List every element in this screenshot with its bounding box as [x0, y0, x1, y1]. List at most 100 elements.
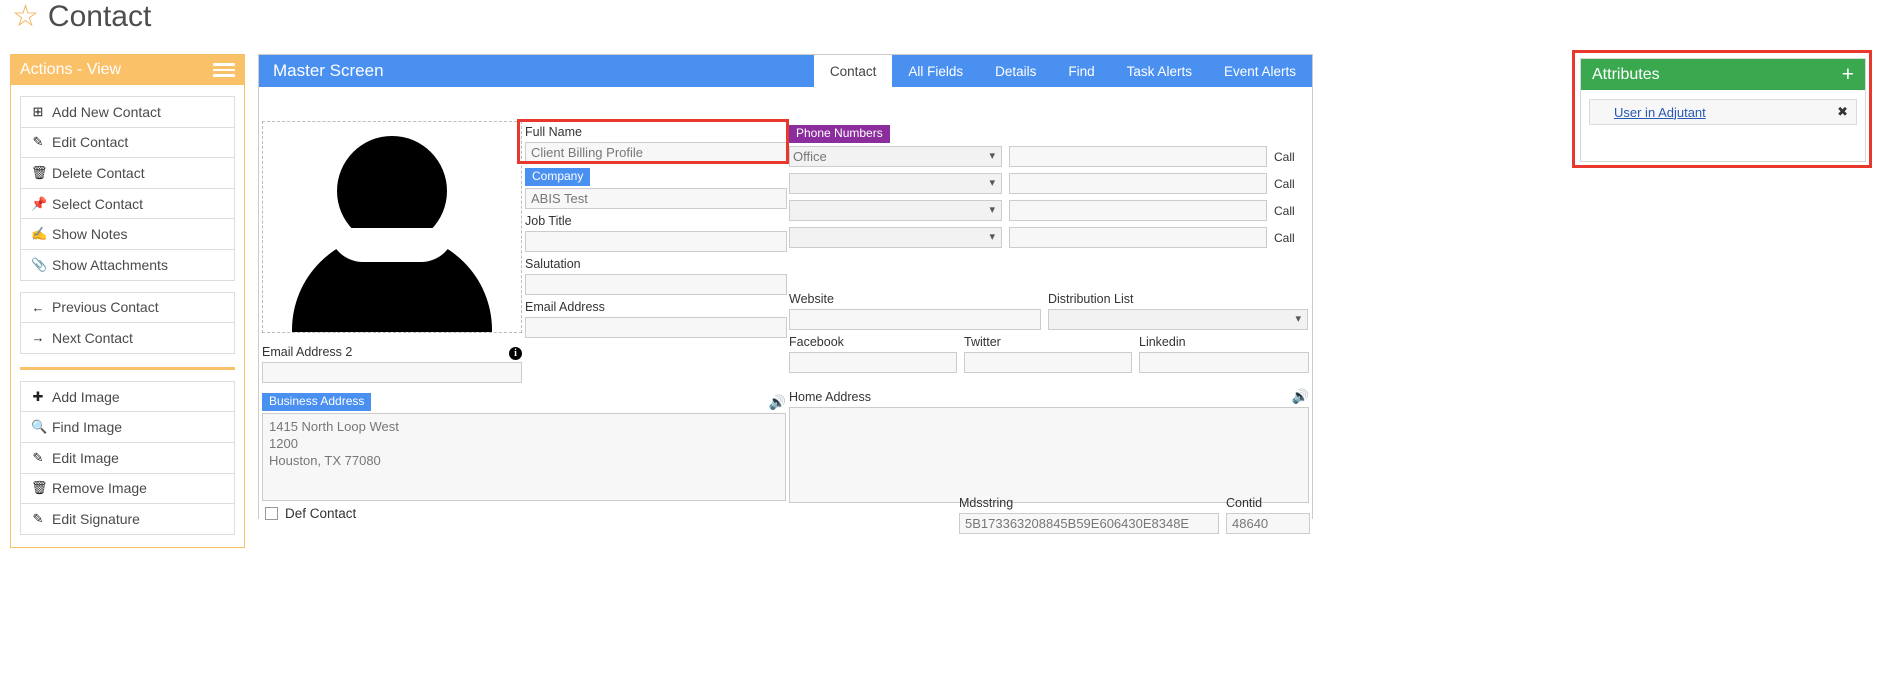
sidebar-item-label: Show Notes	[52, 226, 128, 243]
home-address-textarea[interactable]	[789, 407, 1309, 503]
job-title-input[interactable]	[525, 231, 787, 252]
pencil-icon: ✎	[32, 449, 44, 465]
sidebar-item-find-image[interactable]: 🔍 Find Image	[21, 412, 234, 443]
page-title-bar: ☆ Contact	[12, 2, 151, 32]
distribution-list-select[interactable]	[1048, 309, 1308, 330]
field-twitter: Twitter	[964, 335, 1132, 373]
plus-square-icon: ⊞	[32, 103, 44, 119]
tab-event-alerts[interactable]: Event Alerts	[1208, 55, 1312, 87]
website-input[interactable]	[789, 309, 1041, 330]
sidebar-item-label: Delete Contact	[52, 164, 145, 181]
star-outline-icon[interactable]: ☆	[12, 2, 39, 32]
call-label[interactable]: Call	[1274, 177, 1300, 191]
contact-photo[interactable]	[262, 121, 522, 333]
email-address-input[interactable]	[525, 317, 787, 338]
hamburger-menu-icon[interactable]	[213, 63, 235, 77]
company-label: Company	[525, 168, 591, 186]
sidebar-item-label: Previous Contact	[52, 299, 159, 316]
company-input[interactable]	[525, 188, 787, 209]
search-icon: 🔍	[31, 419, 48, 435]
sidebar-group-contact-actions: ⊞ Add New Contact ✎ Edit Contact 🗑 Delet…	[20, 96, 235, 281]
sidebar-header: Actions - View	[11, 55, 244, 85]
sidebar-item-edit-contact[interactable]: ✎ Edit Contact	[21, 127, 234, 159]
sidebar-item-previous-contact[interactable]: ← Previous Contact	[21, 292, 234, 324]
sidebar-item-edit-signature[interactable]: ✎ Edit Signature	[21, 504, 234, 535]
phone-number-input[interactable]	[1009, 146, 1267, 167]
call-label[interactable]: Call	[1274, 204, 1300, 218]
tab-details[interactable]: Details	[979, 55, 1052, 87]
field-email-address: Email Address	[525, 300, 787, 338]
linkedin-label: Linkedin	[1139, 335, 1186, 349]
sidebar-item-select-contact[interactable]: 📌 Select Contact	[21, 188, 234, 220]
phone-number-input[interactable]	[1009, 200, 1267, 221]
sidebar-item-delete-contact[interactable]: 🗑 Delete Contact	[21, 158, 234, 189]
attributes-title: Attributes	[1592, 65, 1660, 83]
field-job-title: Job Title	[525, 214, 787, 252]
tab-task-alerts[interactable]: Task Alerts	[1111, 55, 1208, 87]
contid-label: Contid	[1226, 496, 1263, 510]
sidebar-item-show-attachments[interactable]: 📎 Show Attachments	[21, 249, 234, 281]
speaker-icon[interactable]: 🔊	[769, 394, 786, 411]
primary-fields-column: Full Name Company Job Title Salutation E…	[525, 125, 787, 343]
phone-number-input[interactable]	[1009, 227, 1267, 248]
trash-icon: 🗑	[31, 164, 48, 180]
contid-input[interactable]	[1226, 513, 1310, 534]
phone-type-select[interactable]: Office	[789, 146, 1002, 167]
phone-row: ▾ Call	[789, 227, 1309, 248]
plus-icon[interactable]: +	[1842, 64, 1854, 85]
contact-form-body: Full Name Company Job Title Salutation E…	[259, 87, 1312, 534]
field-facebook: Facebook	[789, 335, 957, 373]
sidebar-item-label: Edit Contact	[52, 134, 129, 151]
attribute-link[interactable]: User in Adjutant	[1614, 105, 1706, 120]
master-screen-panel: Master Screen Contact All Fields Details…	[258, 54, 1313, 534]
attributes-panel: Attributes + User in Adjutant ✖	[1580, 58, 1866, 162]
full-name-input[interactable]	[525, 142, 787, 163]
home-address-section: Home Address 🔊	[789, 387, 1309, 506]
attributes-header: Attributes +	[1581, 59, 1865, 90]
paperclip-icon: 📎	[31, 256, 48, 272]
phone-numbers-section: Phone Numbers Office ▾ Call ▾ Call ▾ Cal…	[789, 125, 1309, 254]
linkedin-input[interactable]	[1139, 352, 1309, 373]
call-label[interactable]: Call	[1274, 231, 1300, 245]
info-circle-icon[interactable]: i	[509, 347, 522, 360]
sidebar-item-edit-image[interactable]: ✎ Edit Image	[21, 442, 234, 474]
field-salutation: Salutation	[525, 257, 787, 295]
sidebar-item-label: Select Contact	[52, 195, 144, 212]
tab-find[interactable]: Find	[1052, 55, 1110, 87]
full-name-label: Full Name	[525, 125, 582, 139]
phone-row: Office ▾ Call	[789, 146, 1309, 167]
speaker-icon[interactable]: 🔊	[1292, 388, 1309, 405]
phone-row: ▾ Call	[789, 173, 1309, 194]
field-full-name: Full Name	[525, 125, 787, 163]
twitter-label: Twitter	[964, 335, 1001, 349]
phone-row: ▾ Call	[789, 200, 1309, 221]
business-address-textarea[interactable]: 1415 North Loop West 1200 Houston, TX 77…	[262, 413, 786, 501]
sidebar-item-add-new-contact[interactable]: ⊞ Add New Contact	[21, 97, 234, 128]
business-address-label: Business Address	[262, 393, 372, 411]
tab-contact[interactable]: Contact	[813, 55, 893, 87]
def-contact-label: Def Contact	[285, 506, 357, 521]
sidebar-item-show-notes[interactable]: ✍ Show Notes	[21, 219, 234, 250]
facebook-input[interactable]	[789, 352, 957, 373]
twitter-input[interactable]	[964, 352, 1132, 373]
email-address-2-input[interactable]	[262, 362, 522, 383]
sidebar-item-next-contact[interactable]: → Next Contact	[21, 323, 234, 354]
salutation-input[interactable]	[525, 274, 787, 295]
attributes-list: User in Adjutant ✖	[1581, 90, 1865, 125]
tab-all-fields[interactable]: All Fields	[892, 55, 979, 87]
phone-type-select[interactable]	[789, 200, 1002, 221]
mdsstring-label: Mdsstring	[959, 496, 1014, 510]
close-icon[interactable]: ✖	[1837, 104, 1848, 120]
phone-type-select[interactable]	[789, 173, 1002, 194]
sidebar-header-label: Actions - View	[20, 61, 122, 78]
call-label[interactable]: Call	[1274, 150, 1300, 164]
def-contact-checkbox[interactable]	[265, 507, 278, 520]
sidebar-item-remove-image[interactable]: 🗑 Remove Image	[21, 473, 234, 505]
sidebar-item-add-image[interactable]: ✚ Add Image	[21, 381, 234, 413]
mdsstring-input[interactable]	[959, 513, 1219, 534]
list-item[interactable]: User in Adjutant ✖	[1589, 99, 1857, 125]
phone-number-input[interactable]	[1009, 173, 1267, 194]
def-contact-checkbox-group[interactable]: Def Contact	[265, 506, 356, 521]
sidebar-item-label: Find Image	[52, 419, 123, 436]
phone-type-select[interactable]	[789, 227, 1002, 248]
